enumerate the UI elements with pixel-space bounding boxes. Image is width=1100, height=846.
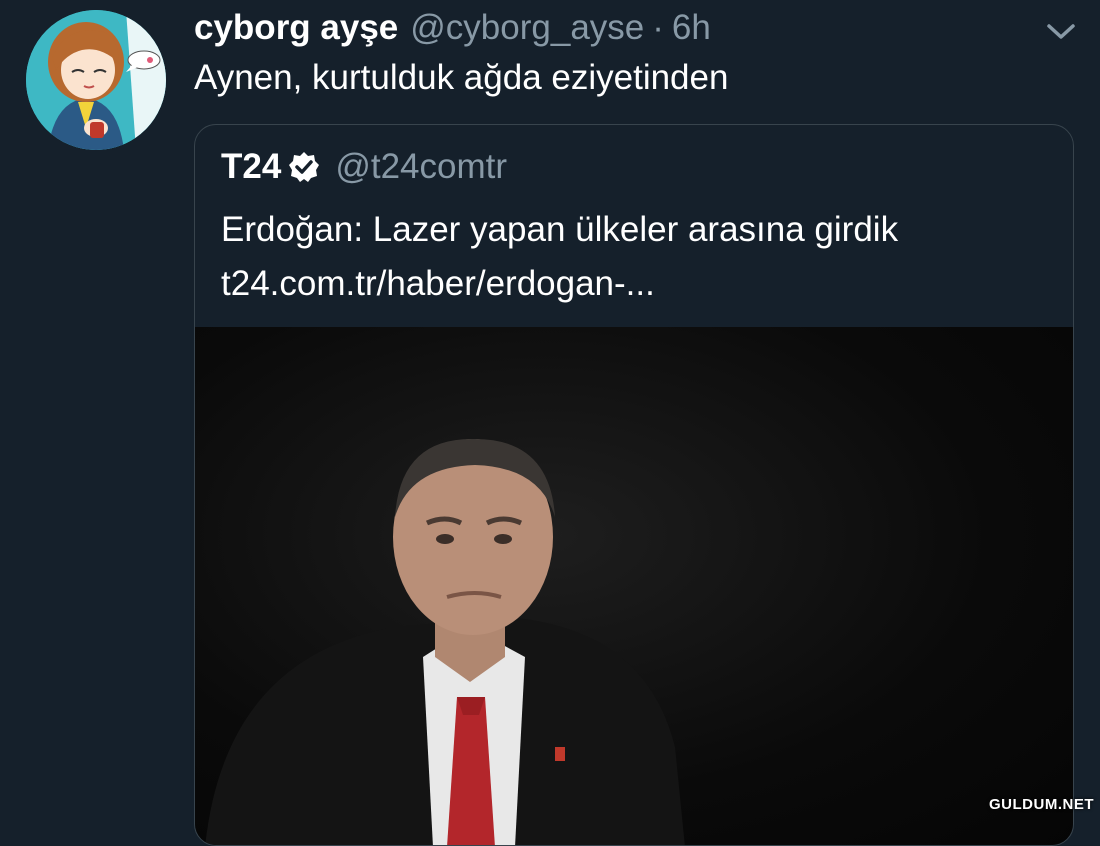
quoted-user-handle[interactable]: @t24comtr xyxy=(335,147,507,187)
avatar[interactable] xyxy=(26,10,166,150)
tweet-header: cyborg ayşe @cyborg_ayse · 6h xyxy=(194,8,1100,54)
tweet-menu-button[interactable] xyxy=(1044,20,1078,42)
display-name[interactable]: cyborg ayşe xyxy=(194,8,398,48)
timestamp[interactable]: 6h xyxy=(672,8,711,48)
watermark: GULDUM.NET xyxy=(989,796,1094,813)
quoted-display-name[interactable]: T24 xyxy=(221,147,281,187)
quoted-text-line: Erdoğan: Lazer yapan ülkeler arasına gir… xyxy=(221,210,899,249)
tweet-text: Aynen, kurtulduk ağda eziyetinden xyxy=(194,58,729,97)
portrait-photo xyxy=(205,438,685,845)
user-handle[interactable]: @cyborg_ayse xyxy=(410,8,644,48)
quoted-tweet[interactable]: T24 @t24comtr Erdoğan: Lazer yapan ülkel… xyxy=(194,124,1074,846)
verified-badge-icon xyxy=(289,152,320,182)
separator-dot: · xyxy=(652,8,664,47)
quoted-tweet-text: Erdoğan: Lazer yapan ülkeler arasına gir… xyxy=(221,203,898,311)
cartoon-girl-avatar xyxy=(26,10,166,150)
quoted-tweet-image[interactable] xyxy=(195,327,1073,845)
chevron-down-icon xyxy=(1047,24,1075,39)
quoted-tweet-header: T24 @t24comtr xyxy=(221,147,507,187)
quoted-link[interactable]: t24.com.tr/haber/erdogan-... xyxy=(221,257,898,311)
